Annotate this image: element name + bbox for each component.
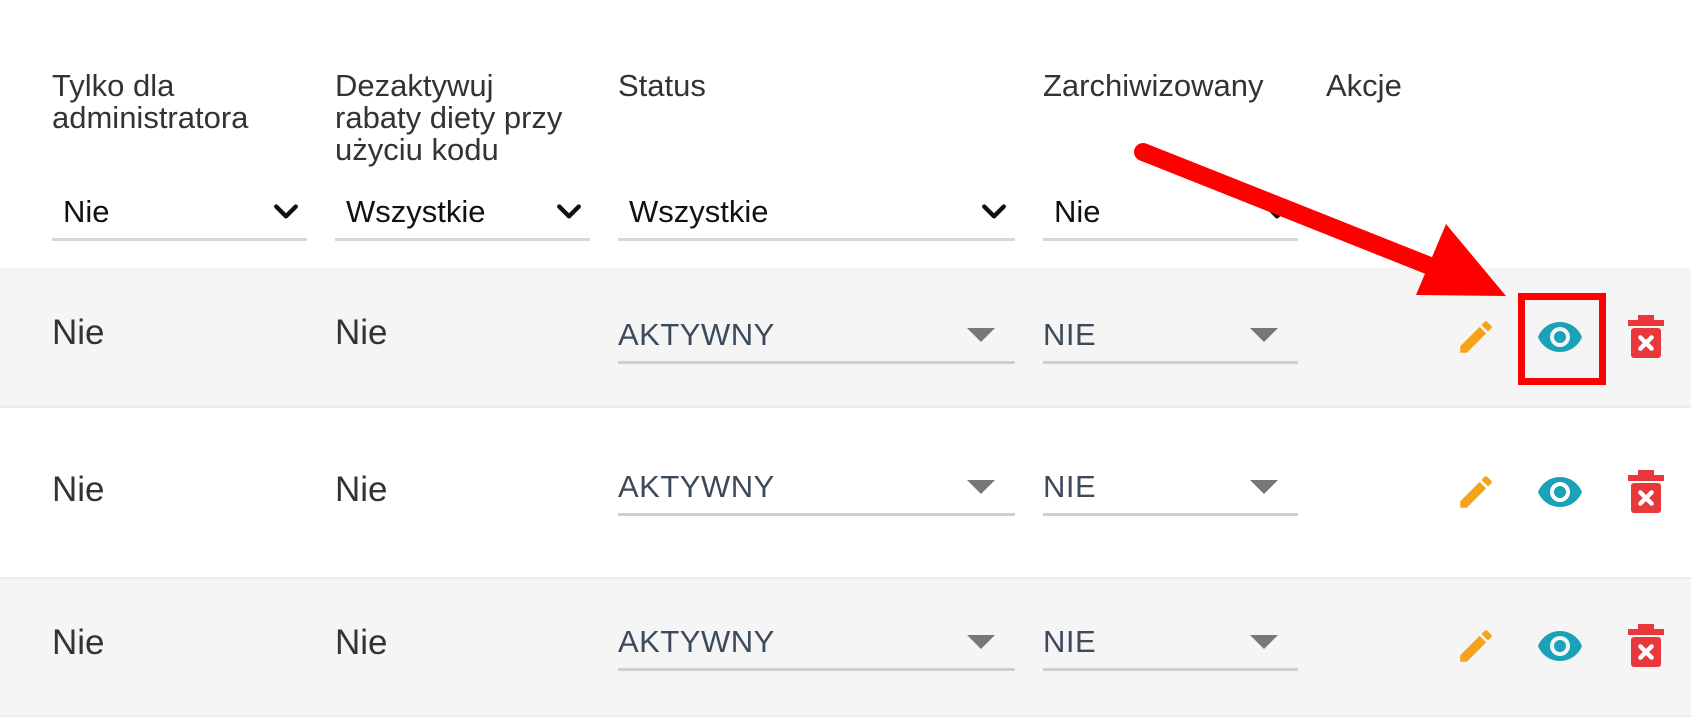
edit-button[interactable] <box>1452 468 1500 516</box>
cell-admin-only: Nie <box>52 470 105 509</box>
delete-button[interactable] <box>1622 313 1670 361</box>
cell-deactivate: Nie <box>335 470 388 509</box>
trash-icon <box>1628 624 1664 667</box>
row-divider <box>0 715 1691 717</box>
archived-select-value: NIE <box>1043 316 1097 352</box>
column-header-actions: Akcje <box>1326 68 1402 103</box>
delete-button[interactable] <box>1622 622 1670 670</box>
filter-archived-value: Nie <box>1054 194 1101 229</box>
filter-status-value: Wszystkie <box>629 194 769 229</box>
status-select[interactable]: AKTYWNY <box>618 460 1015 516</box>
highlight-box <box>1518 293 1606 385</box>
caret-down-icon <box>967 479 995 494</box>
status-select-value: AKTYWNY <box>618 316 775 352</box>
trash-icon <box>1628 315 1664 358</box>
archived-select-value: NIE <box>1043 468 1097 504</box>
pencil-icon <box>1460 476 1492 508</box>
column-header-admin-only: Tylko dla administratora <box>52 68 249 135</box>
cell-deactivate: Nie <box>335 313 388 352</box>
edit-button[interactable] <box>1452 622 1500 670</box>
caret-down-icon <box>1250 327 1278 342</box>
cell-deactivate: Nie <box>335 623 388 662</box>
column-header-archived: Zarchiwizowany <box>1043 68 1264 103</box>
archived-select[interactable]: NIE <box>1043 615 1298 671</box>
chevron-down-icon <box>1265 204 1289 219</box>
filter-admin-only-value: Nie <box>63 194 110 229</box>
archived-select[interactable]: NIE <box>1043 308 1298 364</box>
edit-button[interactable] <box>1452 313 1500 361</box>
column-header-status: Status <box>618 68 706 103</box>
caret-down-icon <box>1250 634 1278 649</box>
column-header-deactivate-diet-discounts: Dezaktywuj rabaty diety przy użyciu kodu <box>335 68 563 167</box>
caret-down-icon <box>967 634 995 649</box>
chevron-down-icon <box>274 204 298 219</box>
cell-admin-only: Nie <box>52 313 105 352</box>
caret-down-icon <box>967 327 995 342</box>
cell-admin-only: Nie <box>52 623 105 662</box>
archived-select[interactable]: NIE <box>1043 460 1298 516</box>
status-select-value: AKTYWNY <box>618 623 775 659</box>
chevron-down-icon <box>982 204 1006 219</box>
filter-deactivate-value: Wszystkie <box>346 194 486 229</box>
trash-icon <box>1628 470 1664 513</box>
status-select[interactable]: AKTYWNY <box>618 615 1015 671</box>
chevron-down-icon <box>557 204 581 219</box>
filter-admin-only[interactable]: Nie <box>52 186 307 241</box>
delete-button[interactable] <box>1622 468 1670 516</box>
eye-icon <box>1538 477 1582 507</box>
view-button[interactable] <box>1536 468 1584 516</box>
filter-archived[interactable]: Nie <box>1043 186 1298 241</box>
caret-down-icon <box>1250 479 1278 494</box>
view-button[interactable] <box>1536 622 1584 670</box>
pencil-icon <box>1460 630 1492 662</box>
status-select[interactable]: AKTYWNY <box>618 308 1015 364</box>
pencil-icon <box>1460 321 1492 353</box>
filter-deactivate-diet-discounts[interactable]: Wszystkie <box>335 186 590 241</box>
filter-status[interactable]: Wszystkie <box>618 186 1015 241</box>
status-select-value: AKTYWNY <box>618 468 775 504</box>
archived-select-value: NIE <box>1043 623 1097 659</box>
eye-icon <box>1538 631 1582 661</box>
